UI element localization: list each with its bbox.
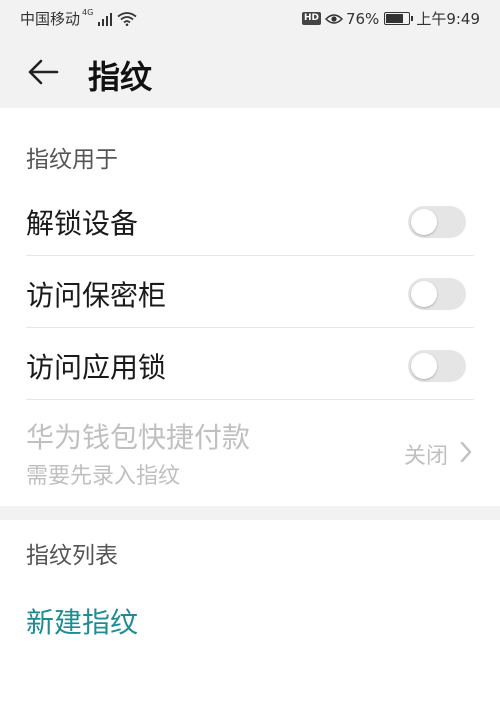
- row-label: 解锁设备: [26, 207, 139, 240]
- access-safe-row[interactable]: 访问保密柜: [0, 256, 500, 328]
- battery-percent: 76%: [345, 9, 380, 28]
- new-fingerprint-button[interactable]: 新建指纹: [26, 601, 138, 641]
- unlock-device-row[interactable]: 解锁设备: [0, 184, 500, 256]
- wifi-icon: [117, 11, 137, 26]
- hd-badge: HD: [301, 12, 321, 25]
- clock: 上午9:49: [416, 10, 480, 28]
- battery-icon: [384, 12, 414, 25]
- back-arrow-icon[interactable]: [26, 56, 60, 88]
- eye-icon: [324, 13, 343, 24]
- toggle-knob: [411, 353, 437, 379]
- row-label: 访问保密柜: [26, 279, 167, 312]
- wallet-payment-label: 华为钱包快捷付款: [26, 421, 251, 454]
- carrier-name: 中国移动: [20, 10, 81, 28]
- section-title-list: 指纹列表: [26, 543, 118, 569]
- toggle-knob: [411, 281, 437, 307]
- app-header: 指纹: [0, 36, 500, 108]
- section-title-usage: 指纹用于: [26, 147, 118, 173]
- chevron-right-icon: [460, 441, 472, 463]
- section-divider: [0, 506, 500, 520]
- wallet-payment-row[interactable]: 华为钱包快捷付款 需要先录入指纹 关闭: [0, 400, 500, 506]
- wallet-payment-subtitle: 需要先录入指纹: [26, 464, 181, 489]
- access-safe-toggle[interactable]: [408, 278, 466, 310]
- toggle-knob: [411, 209, 437, 235]
- signal-icon: [98, 12, 113, 26]
- network-type: 4G: [82, 8, 94, 17]
- app-lock-row[interactable]: 访问应用锁: [0, 328, 500, 400]
- wallet-payment-value: 关闭: [403, 444, 448, 469]
- app-lock-toggle[interactable]: [408, 350, 466, 382]
- row-label: 访问应用锁: [26, 351, 167, 384]
- status-right: HD 76% 上午9:49: [301, 8, 480, 29]
- status-left: 中国移动 4G: [20, 8, 137, 29]
- unlock-device-toggle[interactable]: [408, 206, 466, 238]
- status-bar: 中国移动 4G HD 76% 上午9:49: [0, 0, 500, 36]
- battery-fill: [386, 14, 404, 23]
- page-title: 指纹: [88, 58, 153, 96]
